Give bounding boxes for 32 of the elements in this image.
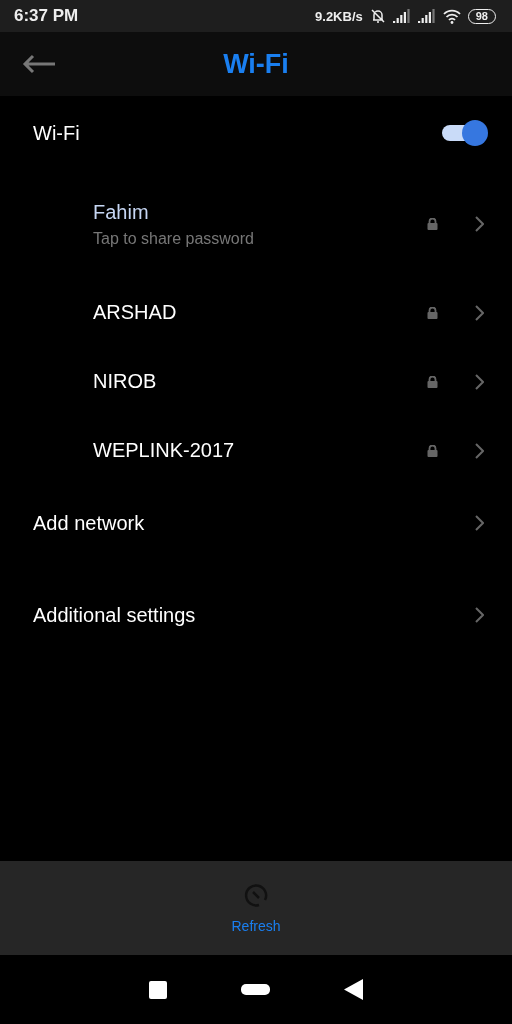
page-title: Wi-Fi (223, 48, 289, 80)
menu-item-label: Additional settings (33, 603, 197, 627)
home-button[interactable] (241, 984, 270, 995)
signal-icon (417, 9, 436, 23)
chevron-right-icon (474, 515, 484, 531)
network-name: Fahim (93, 200, 150, 224)
network-speed: 9.2KB/s (315, 8, 363, 24)
network-subtitle: Tap to share password (93, 229, 255, 248)
status-time: 6:37 PM (14, 6, 79, 26)
wifi-switch[interactable] (440, 119, 488, 147)
bell-off-icon (369, 8, 386, 24)
chevron-right-icon (474, 442, 484, 459)
network-name: WEPLINK-2017 (93, 439, 236, 462)
back-nav-button[interactable] (344, 979, 363, 1000)
chevron-right-icon (474, 607, 484, 623)
wifi-label: Wi-Fi (33, 121, 81, 145)
network-row[interactable]: WEPLINK-2017 (0, 416, 512, 485)
network-row[interactable]: ARSHAD (0, 278, 512, 347)
recents-button[interactable] (149, 980, 167, 999)
menu-item-label: Add network (33, 511, 146, 535)
network-name: NIROB (93, 370, 158, 393)
network-name: ARSHAD (93, 301, 178, 324)
menu-item[interactable]: Additional settings (0, 561, 512, 669)
network-row[interactable]: Fahim Tap to share password (0, 170, 512, 278)
chevron-right-icon (474, 304, 484, 321)
network-row[interactable]: NIROB (0, 347, 512, 416)
refresh-button[interactable]: Refresh (219, 874, 293, 942)
wifi-icon (442, 8, 461, 24)
chevron-right-icon (474, 373, 484, 390)
menu-item[interactable]: Add network (0, 485, 512, 561)
signal-icon (392, 9, 411, 23)
chevron-right-icon (474, 216, 484, 232)
